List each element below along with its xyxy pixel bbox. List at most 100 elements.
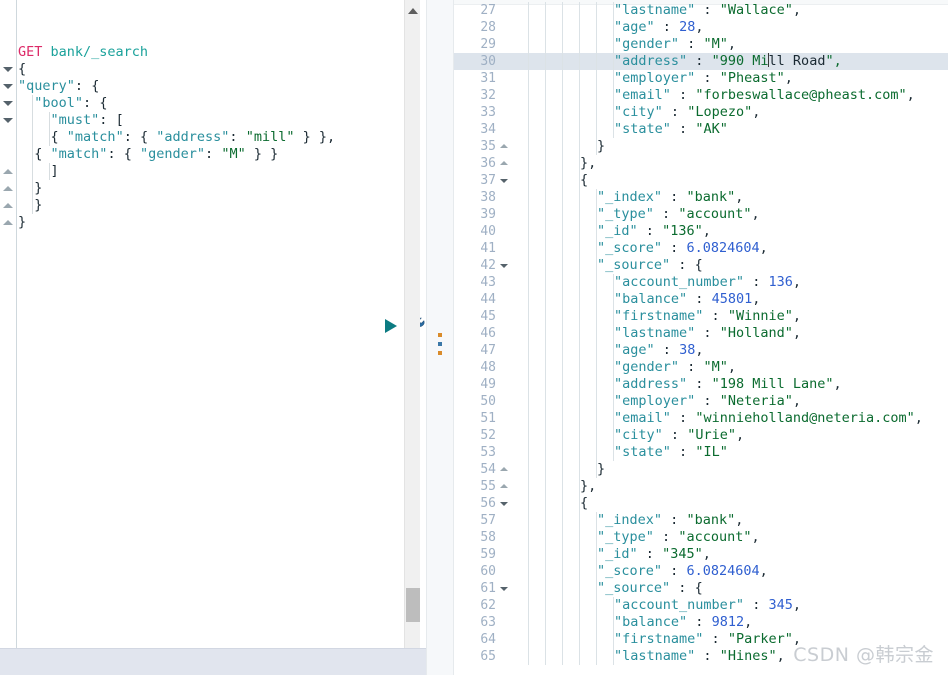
response-line-text: "_source" : { xyxy=(597,257,703,273)
editor-vertical-scrollbar[interactable] xyxy=(404,0,421,657)
fold-collapse-icon[interactable] xyxy=(3,78,14,95)
indent-guide xyxy=(596,87,597,104)
fold-expand-icon[interactable] xyxy=(500,478,510,495)
indent-guide xyxy=(32,197,34,214)
indent-guide xyxy=(562,274,563,291)
line-number: 57 xyxy=(480,513,496,528)
response-line: 46 "lastname" : "Holland", xyxy=(454,325,948,342)
indent-guide xyxy=(32,146,34,163)
fold-collapse-icon[interactable] xyxy=(500,172,510,189)
indent-guide xyxy=(562,19,563,36)
indent-guide xyxy=(528,87,529,104)
response-line: 40 "_id" : "136", xyxy=(454,223,948,240)
splitter-grip-icon[interactable] xyxy=(438,333,443,360)
indent-guide xyxy=(545,580,546,597)
line-number: 27 xyxy=(480,3,496,18)
indent-guide xyxy=(596,359,597,376)
indent-guide xyxy=(562,308,563,325)
request-path: bank/_search xyxy=(50,44,149,60)
indent-guide xyxy=(562,393,563,410)
indent-guide xyxy=(562,325,563,342)
indent-guide xyxy=(528,359,529,376)
indent-guide xyxy=(545,70,546,87)
response-line-text: "_type" : "account", xyxy=(597,529,760,545)
response-line-text: "age" : 28, xyxy=(614,19,704,35)
indent-guide xyxy=(579,529,580,546)
fold-collapse-icon[interactable] xyxy=(3,95,14,112)
response-line: 28 "age" : 28, xyxy=(454,19,948,36)
indent-guide xyxy=(596,104,597,121)
indent-guide xyxy=(596,121,597,138)
indent-guide xyxy=(528,53,529,70)
line-number: 31 xyxy=(480,71,496,86)
indent-guide xyxy=(545,325,546,342)
indent-guide xyxy=(562,2,563,19)
line-number: 63 xyxy=(480,615,496,630)
response-line: 33 "city" : "Lopezo", xyxy=(454,104,948,121)
line-number: 45 xyxy=(480,309,496,324)
fold-collapse-icon[interactable] xyxy=(500,580,510,597)
fold-collapse-icon[interactable] xyxy=(500,495,510,512)
fold-expand-icon[interactable] xyxy=(500,461,510,478)
indent-guide xyxy=(545,631,546,648)
play-icon[interactable] xyxy=(384,318,398,334)
indent-guide xyxy=(528,257,529,274)
indent-guide xyxy=(562,376,563,393)
indent-guide xyxy=(562,546,563,563)
response-line: 52 "city" : "Urie", xyxy=(454,427,948,444)
line-number: 33 xyxy=(480,105,496,120)
response-line: 45 "firstname" : "Winnie", xyxy=(454,308,948,325)
indent-guide xyxy=(596,70,597,87)
line-number: 58 xyxy=(480,530,496,545)
fold-expand-icon[interactable] xyxy=(3,180,14,197)
response-line-text: "_index" : "bank", xyxy=(597,512,744,528)
indent-guide xyxy=(562,138,563,155)
response-line-text: "balance" : 9812, xyxy=(614,614,753,630)
response-line-text: "_score" : 6.0824604, xyxy=(597,563,768,579)
indent-guide xyxy=(562,121,563,138)
indent-guide xyxy=(528,308,529,325)
scroll-up-icon[interactable] xyxy=(405,4,421,21)
response-line-text: "_source" : { xyxy=(597,580,703,596)
response-code-area[interactable]: 27 "lastname" : "Wallace", 28 "age" : 28, 29… xyxy=(454,2,948,672)
response-line: 42 "_source" : { xyxy=(454,257,948,274)
indent-guide xyxy=(579,580,580,597)
fold-collapse-icon[interactable] xyxy=(3,61,14,78)
indent-guide xyxy=(528,495,529,512)
editor-code-area[interactable]: GET bank/_search{"query": {"bool": {"mus… xyxy=(18,0,420,648)
line-number: 30 xyxy=(480,54,496,69)
indent-guide xyxy=(579,138,580,155)
indent-guide xyxy=(528,648,529,665)
indent-guide xyxy=(545,393,546,410)
fold-collapse-icon[interactable] xyxy=(3,112,14,129)
editor-horizontal-scrollbar[interactable] xyxy=(0,648,426,675)
indent-guide xyxy=(596,648,597,665)
line-number: 53 xyxy=(480,445,496,460)
response-line: 50 "employer" : "Neteria", xyxy=(454,393,948,410)
editor-scrollbar-thumb[interactable] xyxy=(406,588,420,622)
fold-expand-icon[interactable] xyxy=(3,197,14,214)
indent-guide xyxy=(528,410,529,427)
response-line-text: "balance" : 45801, xyxy=(614,291,761,307)
indent-guide xyxy=(528,529,529,546)
response-line-text: { xyxy=(580,172,589,188)
fold-expand-icon[interactable] xyxy=(3,214,14,231)
response-line-text: "lastname" : "Holland", xyxy=(614,325,801,341)
fold-expand-icon[interactable] xyxy=(3,163,14,180)
fold-expand-icon[interactable] xyxy=(500,138,510,155)
indent-guide xyxy=(528,580,529,597)
line-number: 51 xyxy=(480,411,496,426)
dev-tools-console: GET bank/_search{"query": {"bool": {"mus… xyxy=(0,0,948,675)
indent-guide xyxy=(545,546,546,563)
indent-guide xyxy=(32,129,34,146)
pane-splitter[interactable] xyxy=(426,0,454,675)
indent-guide xyxy=(545,478,546,495)
indent-guide xyxy=(545,189,546,206)
fold-expand-icon[interactable] xyxy=(500,155,510,172)
response-line: 36}, xyxy=(454,155,948,172)
fold-collapse-icon[interactable] xyxy=(500,257,510,274)
indent-guide xyxy=(562,444,563,461)
response-line: 37 { xyxy=(454,172,948,189)
line-number: 46 xyxy=(480,326,496,341)
indent-guide xyxy=(579,546,580,563)
